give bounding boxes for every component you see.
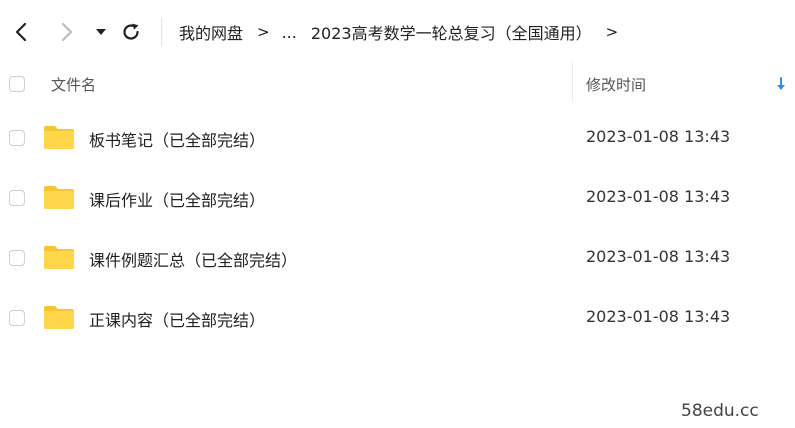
forward-button[interactable]	[54, 18, 80, 46]
forward-icon	[61, 22, 73, 42]
modified-time: 2023-01-08 13:43	[586, 247, 731, 266]
toolbar-divider	[161, 18, 162, 46]
breadcrumb-ellipsis[interactable]: ...	[282, 23, 297, 42]
file-row[interactable]: 板书笔记（已全部完结） 2023-01-08 13:43	[0, 108, 795, 168]
refresh-button[interactable]	[118, 18, 144, 46]
refresh-icon	[123, 23, 139, 40]
select-all-checkbox[interactable]	[9, 76, 25, 92]
column-header-modified[interactable]: 修改时间	[586, 74, 646, 95]
modified-time: 2023-01-08 13:43	[586, 307, 731, 326]
folder-icon	[44, 246, 74, 269]
toolbar: 我的网盘 > ... 2023高考数学一轮总复习（全国通用） >	[0, 0, 795, 62]
file-row[interactable]: 课后作业（已全部完结） 2023-01-08 13:43	[0, 168, 795, 228]
modified-time: 2023-01-08 13:43	[586, 127, 731, 146]
file-name[interactable]: 正课内容（已全部完结）	[89, 307, 265, 331]
row-checkbox[interactable]	[9, 310, 25, 326]
back-button[interactable]	[8, 18, 34, 46]
folder-icon	[44, 306, 74, 329]
column-header-name[interactable]: 文件名	[51, 74, 96, 95]
file-name[interactable]: 课件例题汇总（已全部完结）	[89, 247, 297, 271]
folder-icon	[44, 126, 74, 149]
row-checkbox[interactable]	[9, 250, 25, 266]
row-checkbox[interactable]	[9, 130, 25, 146]
sort-down-arrow-icon[interactable]	[775, 76, 787, 92]
folder-icon	[44, 186, 74, 209]
row-checkbox[interactable]	[9, 190, 25, 206]
dropdown-icon	[96, 29, 106, 35]
back-icon	[15, 22, 27, 42]
file-name[interactable]: 板书笔记（已全部完结）	[89, 127, 265, 151]
watermark: 58edu.cc	[681, 401, 759, 421]
file-list-header: 文件名 修改时间	[0, 62, 795, 106]
breadcrumb-current[interactable]: 2023高考数学一轮总复习（全国通用）	[311, 20, 592, 44]
breadcrumb-separator: >	[257, 23, 270, 41]
file-row[interactable]: 正课内容（已全部完结） 2023-01-08 13:43	[0, 288, 795, 348]
breadcrumb-expand-arrow[interactable]: >	[606, 23, 619, 41]
breadcrumb-root[interactable]: 我的网盘	[179, 20, 243, 44]
modified-time: 2023-01-08 13:43	[586, 187, 731, 206]
file-row[interactable]: 课件例题汇总（已全部完结） 2023-01-08 13:43	[0, 228, 795, 288]
file-name[interactable]: 课后作业（已全部完结）	[89, 187, 265, 211]
column-divider[interactable]	[572, 62, 573, 102]
history-dropdown-button[interactable]	[88, 18, 114, 46]
breadcrumb: 我的网盘 > ... 2023高考数学一轮总复习（全国通用） >	[179, 20, 630, 44]
